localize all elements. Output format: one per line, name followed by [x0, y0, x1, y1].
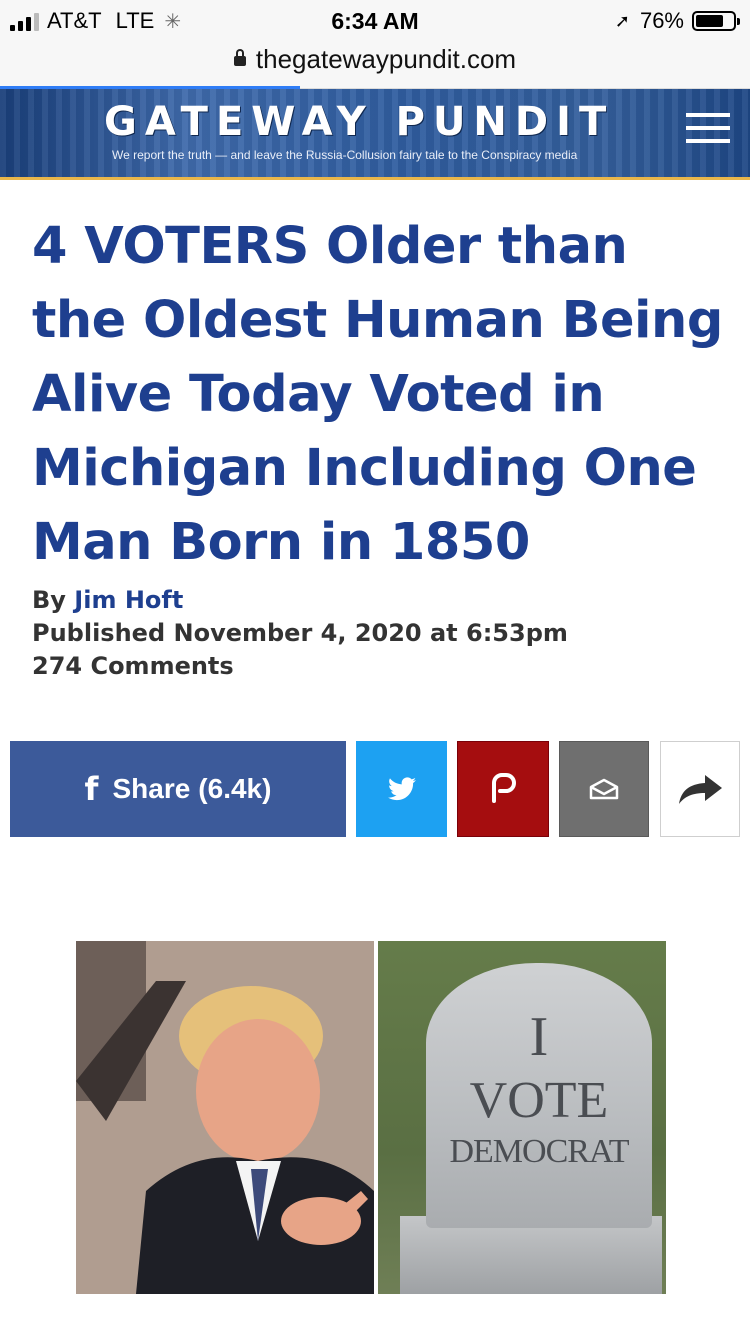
facebook-icon: f [84, 770, 99, 808]
tombstone-text-line3: DEMOCRAT [449, 1133, 629, 1170]
header-divider [0, 177, 750, 180]
twitter-bird-icon [387, 777, 416, 801]
more-share-button[interactable] [660, 741, 740, 837]
author-link[interactable]: Jim Hoft [74, 586, 183, 614]
article-headline: 4 VOTERS Older than the Oldest Human Bei… [32, 217, 723, 572]
tombstone-text-line2: VOTE [469, 1072, 609, 1129]
twitter-share-button[interactable] [356, 741, 447, 837]
hamburger-menu-icon[interactable] [686, 113, 730, 149]
site-tagline: We report the truth — and leave the Russ… [112, 148, 578, 162]
location-arrow-icon: ➚ [614, 10, 630, 31]
url-display[interactable]: thegatewaypundit.com [0, 44, 750, 75]
email-share-button[interactable] [559, 741, 649, 837]
facebook-share-count: (6.4k) [198, 773, 272, 804]
envelope-icon [589, 778, 619, 800]
parler-icon [492, 773, 516, 803]
tombstone: I VOTE DEMOCRAT [426, 963, 652, 1228]
tombstone-text-line1: I [529, 1006, 549, 1068]
byline-prefix: By [32, 586, 66, 614]
url-text: thegatewaypundit.com [255, 44, 517, 74]
comments-count[interactable]: 274 Comments [32, 650, 568, 683]
facebook-share-label: Share [112, 773, 191, 804]
share-arrow-icon [679, 775, 722, 804]
photo-man-pointing [76, 941, 374, 1294]
article-image: I VOTE DEMOCRAT [76, 941, 666, 1294]
byline: By Jim Hoft [32, 584, 568, 617]
site-logo[interactable]: GATEWAY PUNDIT [104, 99, 614, 145]
battery-icon [692, 11, 740, 31]
site-header: GATEWAY PUNDIT We report the truth — and… [0, 89, 750, 177]
battery-percent: 76% [639, 8, 684, 33]
browser-address-bar[interactable]: thegatewaypundit.com [0, 42, 750, 89]
status-right: ➚ 76% [614, 8, 740, 34]
article-meta: By Jim Hoft Published November 4, 2020 a… [32, 584, 568, 683]
lock-icon [233, 49, 246, 66]
status-bar: AT&T LTE ✳ 6:34 AM ➚ 76% [0, 0, 750, 42]
photo-tombstone: I VOTE DEMOCRAT [378, 941, 666, 1294]
parler-share-button[interactable] [457, 741, 549, 837]
published-date: Published November 4, 2020 at 6:53pm [32, 619, 568, 647]
facebook-share-button[interactable]: f Share (6.4k) [10, 741, 346, 837]
man-pointing-illustration [76, 941, 374, 1294]
